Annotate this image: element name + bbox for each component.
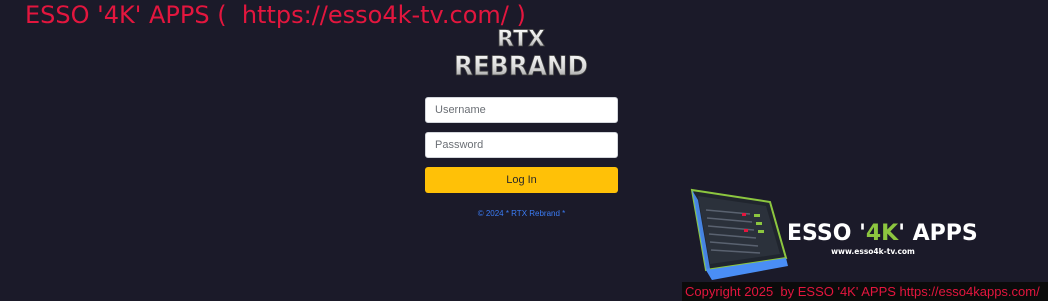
login-form: Log In [425, 97, 618, 193]
esso-4k-apps-badge: ESSO '4K' APPS www.esso4k-tv.com [690, 188, 978, 280]
footer-copyright: © 2024 * RTX Rebrand * [477, 209, 566, 218]
monitor-icon [690, 188, 788, 280]
badge-brand: ESSO '4K' APPS [787, 221, 978, 246]
copyright-bar: Copyright 2025 by ESSO '4K' APPS https:/… [682, 282, 1048, 301]
username-input[interactable] [425, 97, 618, 123]
logo-line1: RTX [497, 27, 545, 52]
badge-brand-4k: 4K [866, 221, 899, 246]
password-input[interactable] [425, 132, 618, 158]
login-button[interactable]: Log In [425, 167, 618, 193]
badge-brand-part2: ' APPS [898, 221, 978, 246]
badge-brand-part1: ESSO ' [787, 221, 866, 246]
rtx-rebrand-logo: RTX REBRAND [454, 27, 589, 80]
logo-line2: REBRAND [454, 51, 588, 80]
badge-website: www.esso4k-tv.com [831, 247, 915, 256]
